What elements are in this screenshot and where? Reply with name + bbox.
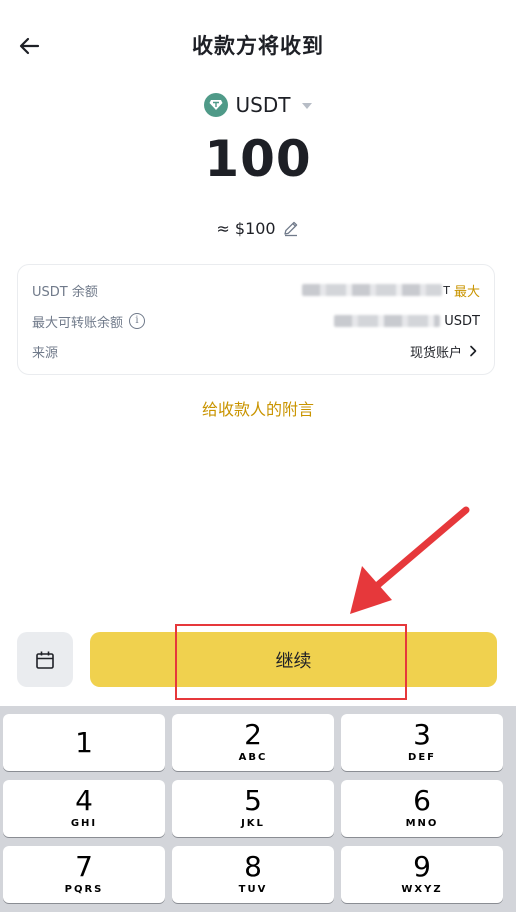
numeric-keypad: 1 2 ABC 3 DEF 4 GHI 5 JKL 6 MNO 7 PQRS 8… <box>0 706 516 912</box>
balance-label: USDT 余额 <box>32 284 98 300</box>
key-6-digit: 6 <box>413 784 431 817</box>
key-6-letters: MNO <box>405 818 439 829</box>
balance-row: USDT 余额 T 最大 <box>32 279 480 301</box>
usdt-coin-icon <box>203 93 228 117</box>
balance-value-redacted <box>302 284 443 296</box>
calendar-icon <box>36 651 54 669</box>
key-9[interactable]: 9 WXYZ <box>341 846 503 903</box>
caret-down-icon <box>302 103 313 109</box>
amount-display: 100 <box>204 130 312 188</box>
key-4[interactable]: 4 GHI <box>3 780 165 837</box>
key-2-letters: ABC <box>238 752 268 763</box>
memo-link[interactable]: 给收款人的附言 <box>0 396 516 420</box>
key-7-digit: 7 <box>75 850 93 883</box>
key-3-digit: 3 <box>413 718 431 751</box>
info-icon[interactable]: i <box>129 313 146 329</box>
source-label: 来源 <box>32 345 59 361</box>
key-1-digit: 1 <box>75 726 93 759</box>
balance-suffix: T <box>443 283 450 297</box>
max-transfer-label: 最大可转账余额 <box>32 315 124 331</box>
key-7[interactable]: 7 PQRS <box>3 846 165 903</box>
max-button[interactable]: 最大 <box>454 281 480 300</box>
fiat-estimate-row: ≈ $100 <box>0 216 516 240</box>
key-2[interactable]: 2 ABC <box>172 714 334 771</box>
key-9-digit: 9 <box>413 850 431 883</box>
source-row[interactable]: 来源 现货账户 <box>32 340 480 362</box>
key-5-letters: JKL <box>241 818 265 829</box>
key-1[interactable]: 1 <box>3 714 165 771</box>
chevron-right-icon <box>470 345 477 357</box>
max-transfer-suffix: USDT <box>444 313 480 329</box>
edit-pencil-icon[interactable] <box>282 219 300 237</box>
key-6[interactable]: 6 MNO <box>341 780 503 837</box>
key-8-digit: 8 <box>244 850 262 883</box>
key-3-letters: DEF <box>408 752 436 763</box>
key-4-digit: 4 <box>75 784 93 817</box>
key-2-digit: 2 <box>244 718 262 751</box>
top-bar: 收款方将收到 <box>0 0 516 90</box>
fiat-estimate: ≈ $100 <box>216 218 276 238</box>
key-8[interactable]: 8 TUV <box>172 846 334 903</box>
schedule-button[interactable] <box>17 632 73 687</box>
key-8-letters: TUV <box>238 884 268 895</box>
max-transfer-value-redacted <box>334 315 441 327</box>
key-9-letters: WXYZ <box>401 884 443 895</box>
key-5[interactable]: 5 JKL <box>172 780 334 837</box>
continue-label: 继续 <box>275 650 312 672</box>
page-title: 收款方将收到 <box>192 34 324 58</box>
coin-selector[interactable]: USDT <box>0 90 516 120</box>
coin-symbol: USDT <box>235 93 291 117</box>
balance-card: USDT 余额 T 最大 最大可转账余额 i USDT 来源 现货账户 <box>17 264 495 375</box>
max-transfer-row: 最大可转账余额 i USDT <box>32 310 480 332</box>
source-value: 现货账户 <box>409 345 462 361</box>
key-3[interactable]: 3 DEF <box>341 714 503 771</box>
continue-button[interactable]: 继续 <box>90 632 497 687</box>
key-4-letters: GHI <box>70 818 98 829</box>
key-7-letters: PQRS <box>64 884 104 895</box>
key-5-digit: 5 <box>244 784 262 817</box>
